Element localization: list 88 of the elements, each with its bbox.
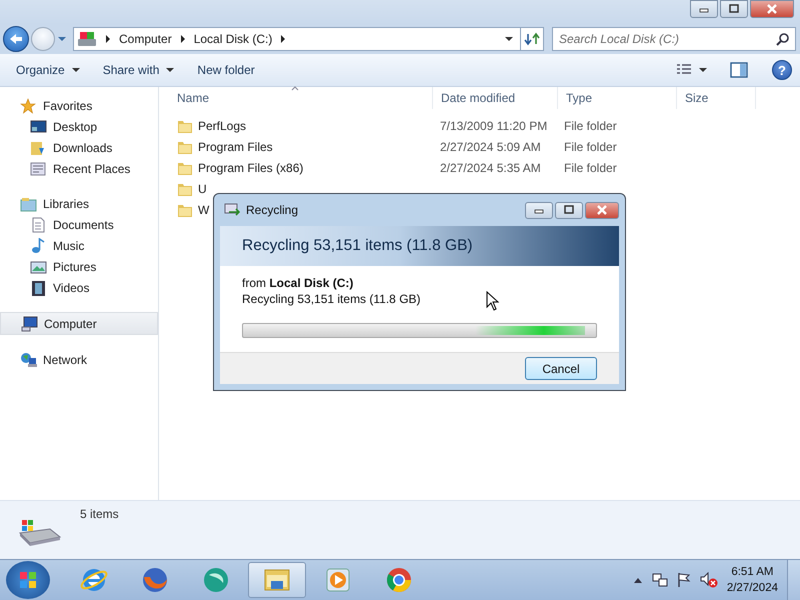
fox-globe-icon bbox=[140, 565, 170, 595]
source-text: from Local Disk (C:) bbox=[242, 275, 354, 291]
toolbar-button[interactable]: New folder bbox=[191, 60, 261, 80]
file-name[interactable]: W bbox=[198, 202, 210, 216]
item-count: 5 items bbox=[80, 507, 119, 521]
search-field[interactable]: Search Local Disk (C:) bbox=[552, 27, 796, 51]
file-name[interactable]: Program Files bbox=[198, 140, 273, 154]
minimize-button[interactable] bbox=[525, 202, 553, 218]
toolbar-button[interactable]: Share with bbox=[96, 60, 182, 80]
taskbar-button[interactable] bbox=[248, 562, 306, 598]
search-icon bbox=[776, 32, 790, 46]
maximize-icon bbox=[727, 3, 741, 15]
drive-icon bbox=[16, 517, 62, 547]
maximize-button[interactable] bbox=[720, 0, 748, 18]
flag-icon[interactable] bbox=[676, 572, 691, 588]
file-type: File folder bbox=[564, 118, 617, 132]
dialog-title: Recycling bbox=[246, 203, 298, 217]
close-icon bbox=[595, 204, 609, 216]
chevron-icon bbox=[105, 35, 111, 43]
breadcrumb[interactable]: Local Disk (C:) bbox=[194, 32, 272, 46]
caret-icon bbox=[698, 66, 708, 74]
breadcrumb[interactable]: Computer bbox=[119, 32, 172, 46]
file-name[interactable]: U bbox=[198, 182, 207, 196]
column-header[interactable]: Type bbox=[558, 87, 677, 109]
clock[interactable]: 6:51 AM 2/27/2024 bbox=[726, 564, 778, 596]
network-icon[interactable] bbox=[652, 572, 668, 588]
file-name[interactable]: PerfLogs bbox=[198, 118, 246, 132]
maximize-button[interactable] bbox=[555, 202, 583, 218]
library-icon bbox=[20, 196, 37, 212]
toolbar-button[interactable]: Organize bbox=[10, 60, 87, 80]
sidebar-item[interactable]: Documents bbox=[0, 214, 158, 235]
address-bar[interactable]: Computer Local Disk (C:) bbox=[73, 27, 521, 51]
sidebar-item[interactable]: Videos bbox=[0, 277, 158, 298]
windows-logo-icon bbox=[18, 570, 38, 590]
preview-pane-icon bbox=[730, 62, 748, 78]
film-icon bbox=[30, 280, 47, 296]
progress-text: Recycling 53,151 items (11.8 GB) bbox=[242, 291, 421, 307]
up-arrow-icon[interactable] bbox=[632, 576, 643, 584]
date-modified: 7/13/2009 11:20 PM bbox=[440, 118, 548, 132]
recycle-icon bbox=[224, 203, 240, 217]
caret-icon bbox=[165, 66, 176, 74]
chevron-icon bbox=[280, 35, 286, 43]
date-modified: 2/27/2024 5:09 AM bbox=[440, 140, 541, 154]
date-modified: 2/27/2024 5:35 AM bbox=[440, 160, 541, 174]
left-arrow-icon bbox=[9, 33, 23, 45]
close-button[interactable] bbox=[585, 202, 619, 218]
sidebar-item[interactable]: Libraries bbox=[0, 193, 158, 214]
muted-speaker-icon[interactable] bbox=[700, 572, 718, 588]
sidebar-item[interactable]: Desktop bbox=[0, 116, 158, 137]
sidebar-item[interactable]: Favorites bbox=[0, 95, 158, 116]
close-button[interactable] bbox=[750, 0, 794, 18]
swirl-logo-icon bbox=[201, 565, 231, 595]
caret-icon bbox=[70, 66, 81, 74]
cancel-button[interactable]: Cancel bbox=[525, 357, 597, 380]
file-type: File folder bbox=[564, 160, 617, 174]
column-header[interactable]: Date modified bbox=[433, 87, 558, 109]
sidebar-item[interactable]: Computer bbox=[0, 312, 158, 335]
minimize-button[interactable] bbox=[690, 0, 718, 18]
refresh-button[interactable] bbox=[520, 27, 544, 51]
sidebar-item[interactable]: Music bbox=[0, 235, 158, 256]
music-note-icon bbox=[30, 238, 47, 254]
picture-icon bbox=[30, 258, 47, 274]
network-icon bbox=[20, 352, 37, 368]
folder-arrow-icon bbox=[30, 140, 47, 156]
file-type: File folder bbox=[564, 140, 617, 154]
mouse-pointer-icon bbox=[486, 291, 500, 311]
maximize-icon bbox=[562, 204, 576, 216]
monitor-icon bbox=[30, 118, 47, 134]
chrome-logo-icon bbox=[384, 565, 414, 595]
drive-icon bbox=[77, 30, 97, 48]
file-name[interactable]: Program Files (x86) bbox=[198, 160, 304, 174]
dialog-heading: Recycling 53,151 items (11.8 GB) bbox=[242, 237, 473, 255]
star-icon bbox=[20, 98, 37, 114]
back-button[interactable] bbox=[3, 26, 29, 52]
sidebar-item[interactable]: Pictures bbox=[0, 256, 158, 277]
sidebar-item[interactable]: Downloads bbox=[0, 137, 158, 158]
chevron-icon bbox=[180, 35, 186, 43]
column-header[interactable]: Name bbox=[169, 87, 433, 109]
document-icon bbox=[30, 216, 47, 232]
close-icon bbox=[765, 3, 779, 15]
sidebar-item[interactable]: Recent Places bbox=[0, 158, 158, 179]
start-button[interactable] bbox=[6, 561, 50, 599]
refresh-icon bbox=[524, 32, 540, 46]
recent-places-icon bbox=[30, 160, 47, 176]
column-header[interactable]: Size bbox=[677, 87, 756, 109]
sidebar-item[interactable]: Network bbox=[0, 349, 158, 370]
computer-icon bbox=[21, 316, 38, 332]
dropdown-caret-icon[interactable] bbox=[504, 35, 514, 43]
